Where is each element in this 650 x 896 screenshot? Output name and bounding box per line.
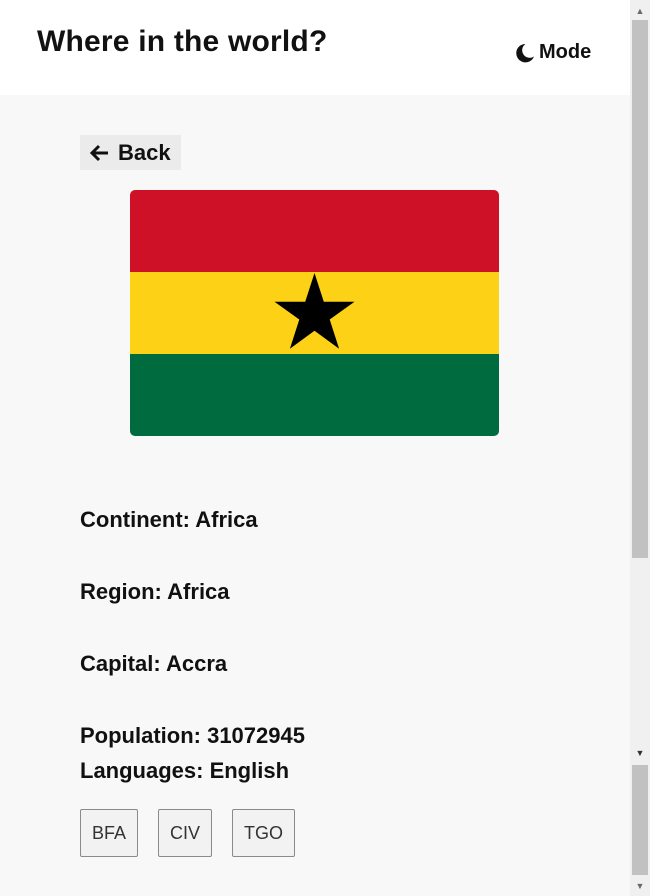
mode-label: Mode bbox=[539, 41, 592, 63]
mode-toggle-button[interactable]: Mode bbox=[514, 41, 591, 64]
population-detail: Population: 31072945 bbox=[80, 723, 305, 748]
continent-detail: Continent: Africa bbox=[80, 507, 258, 532]
arrow-left-icon bbox=[90, 144, 108, 161]
scrollbar-thumb[interactable] bbox=[632, 20, 648, 558]
page-scrollbar[interactable]: ▲ ▼ ▼ bbox=[630, 0, 650, 896]
flag-stripe-red bbox=[130, 190, 499, 272]
scrollbar-thumb[interactable] bbox=[632, 765, 648, 875]
languages-detail: Languages: English bbox=[80, 758, 290, 783]
moon-icon bbox=[516, 43, 534, 62]
back-button[interactable]: Back bbox=[80, 135, 181, 170]
region-detail: Region: Africa bbox=[80, 579, 230, 604]
border-countries: BFA CIV TGO bbox=[80, 809, 296, 857]
border-country-button[interactable]: CIV bbox=[158, 809, 213, 857]
chevron-up-icon[interactable]: ▲ bbox=[630, 3, 650, 19]
border-country-button[interactable]: BFA bbox=[80, 809, 139, 857]
capital-detail: Capital: Accra bbox=[80, 651, 228, 676]
chevron-down-icon[interactable]: ▼ bbox=[630, 878, 650, 894]
app-header: Where in the world? Mode bbox=[0, 0, 630, 95]
border-country-button[interactable]: TGO bbox=[232, 809, 296, 857]
flag-stripe-green bbox=[130, 354, 499, 436]
country-flag bbox=[130, 190, 499, 436]
chevron-down-icon[interactable]: ▼ bbox=[630, 745, 650, 761]
app-title: Where in the world? bbox=[37, 25, 328, 58]
back-label: Back bbox=[118, 139, 171, 165]
page-viewport: Where in the world? Mode Back Continent:… bbox=[0, 0, 630, 896]
